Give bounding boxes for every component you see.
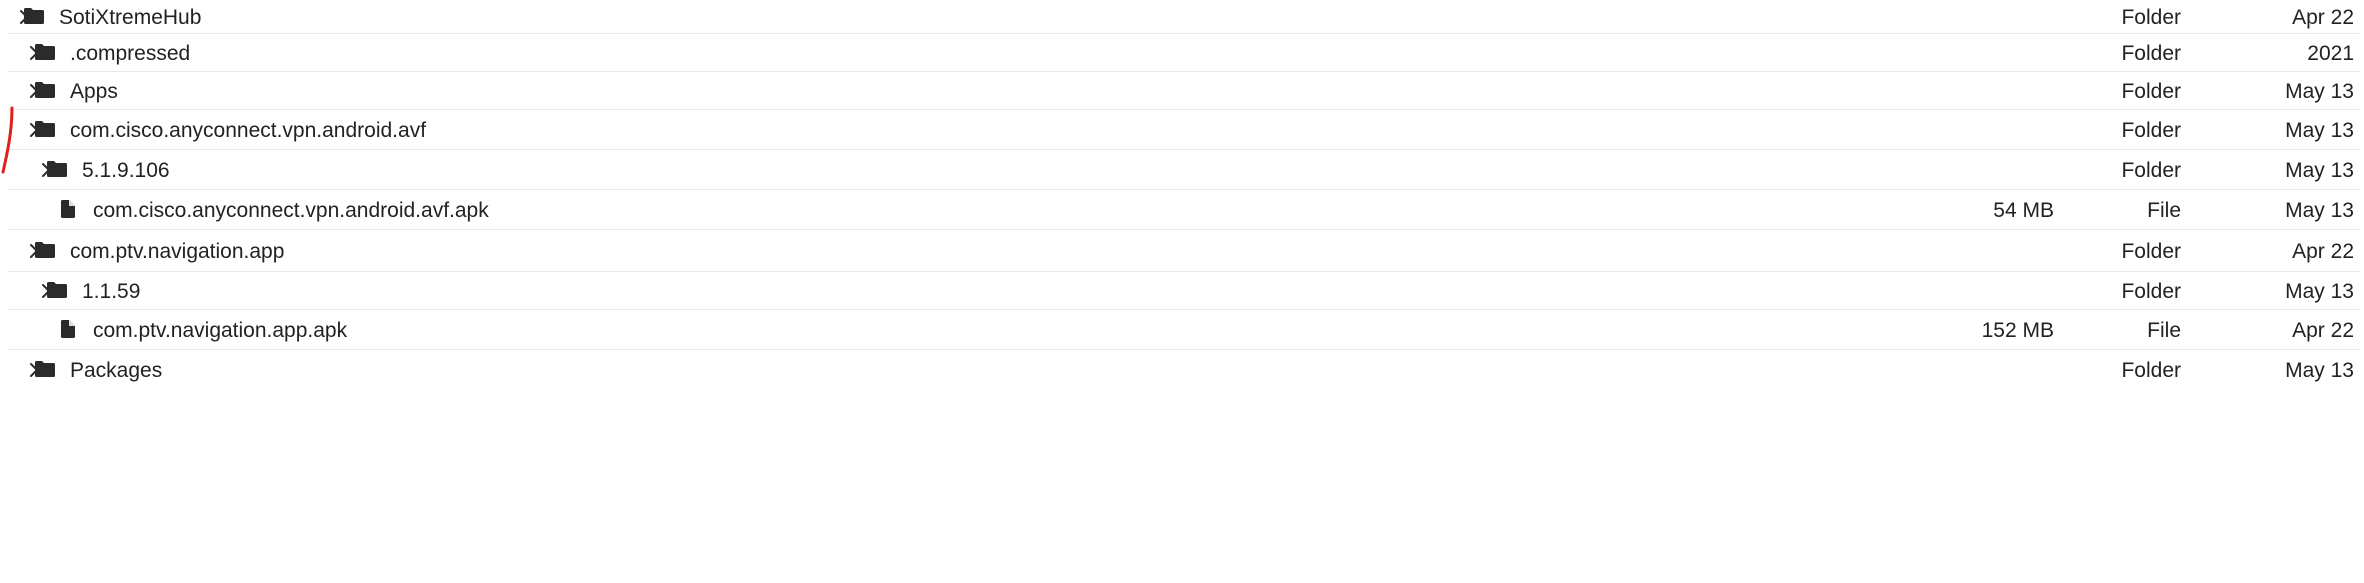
item-type: File <box>2147 319 2181 342</box>
file-icon <box>61 320 75 338</box>
folder-row[interactable]: 5.1.9.106 Folder May 13 <box>8 150 2360 190</box>
folder-row[interactable]: Apps Folder May 13 <box>8 72 2360 110</box>
item-type: Folder <box>2121 159 2181 182</box>
item-size: 54 MB <box>1993 199 2054 222</box>
item-type: Folder <box>2121 119 2181 142</box>
item-type: File <box>2147 199 2181 222</box>
file-row[interactable]: com.ptv.navigation.app.apk 152 MB File Apr … <box>8 310 2360 350</box>
item-name[interactable]: com.cisco.anyconnect.vpn.android.avf <box>70 120 426 141</box>
folder-icon <box>24 8 44 24</box>
item-name[interactable]: com.cisco.anyconnect.vpn.android.avf.apk <box>93 200 489 221</box>
item-modified: Apr 22 <box>2292 6 2354 29</box>
item-type: Folder <box>2121 359 2181 382</box>
folder-icon <box>47 282 67 298</box>
item-modified: May 13 <box>2285 359 2354 382</box>
folder-row[interactable]: .compressed Folder 2021 <box>8 34 2360 72</box>
file-icon <box>61 200 75 218</box>
red-annotation-mark <box>1 106 14 174</box>
item-modified: May 13 <box>2285 280 2354 303</box>
item-name[interactable]: Apps <box>70 81 118 102</box>
item-size: 152 MB <box>1981 319 2054 342</box>
folder-row[interactable]: Packages Folder May 13 <box>8 350 2360 390</box>
item-name[interactable]: SotiXtremeHub <box>59 7 201 28</box>
folder-icon <box>35 242 55 258</box>
item-name[interactable]: com.ptv.navigation.app.apk <box>93 320 347 341</box>
item-type: Folder <box>2121 80 2181 103</box>
item-type: Folder <box>2121 280 2181 303</box>
item-modified: May 13 <box>2285 199 2354 222</box>
file-tree: SotiXtremeHub Folder Apr 22 .compressed Fold… <box>0 0 2364 583</box>
item-name[interactable]: 5.1.9.106 <box>82 160 170 181</box>
item-modified: May 13 <box>2285 159 2354 182</box>
item-name[interactable]: .compressed <box>70 43 190 64</box>
item-type: Folder <box>2121 42 2181 65</box>
item-name[interactable]: com.ptv.navigation.app <box>70 241 284 262</box>
item-type: Folder <box>2121 240 2181 263</box>
folder-icon <box>35 121 55 137</box>
item-name[interactable]: 1.1.59 <box>82 281 140 302</box>
folder-icon <box>35 82 55 98</box>
item-modified: Apr 22 <box>2292 319 2354 342</box>
folder-icon <box>47 161 67 177</box>
file-row[interactable]: com.cisco.anyconnect.vpn.android.avf.apk… <box>8 190 2360 230</box>
folder-row[interactable]: com.cisco.anyconnect.vpn.android.avf Fold… <box>8 110 2360 150</box>
item-type: Folder <box>2121 6 2181 29</box>
folder-row[interactable]: 1.1.59 Folder May 13 <box>8 272 2360 310</box>
folder-icon <box>35 44 55 60</box>
folder-row[interactable]: com.ptv.navigation.app Folder Apr 22 <box>8 230 2360 272</box>
item-modified: 2021 <box>2307 42 2354 65</box>
folder-icon <box>35 361 55 377</box>
item-name[interactable]: Packages <box>70 360 162 381</box>
item-modified: May 13 <box>2285 80 2354 103</box>
item-modified: Apr 22 <box>2292 240 2354 263</box>
item-modified: May 13 <box>2285 119 2354 142</box>
folder-row[interactable]: SotiXtremeHub Folder Apr 22 <box>8 0 2360 34</box>
